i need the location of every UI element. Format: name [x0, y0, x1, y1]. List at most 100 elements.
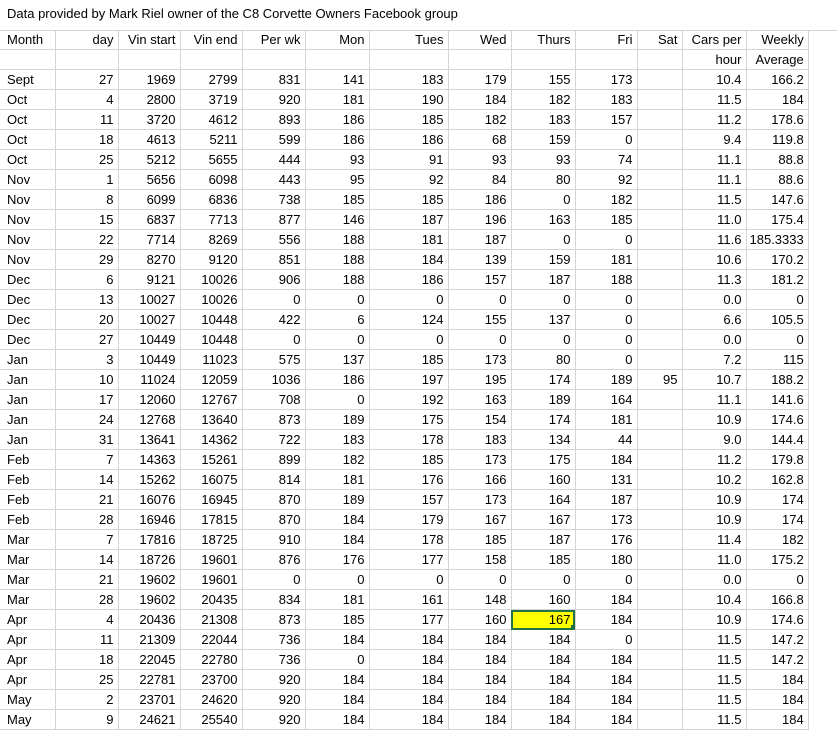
cell[interactable]: May	[0, 689, 56, 710]
cell[interactable]	[637, 129, 683, 150]
cell[interactable]: 184	[511, 649, 576, 670]
cell[interactable]: 31	[55, 429, 119, 450]
cell[interactable]	[637, 669, 683, 690]
cell[interactable]: Fri	[575, 30, 638, 50]
cell[interactable]: 12768	[118, 409, 181, 430]
cell[interactable]: 7	[55, 529, 119, 550]
cell[interactable]: 185	[305, 189, 370, 210]
cell[interactable]: Nov	[0, 189, 56, 210]
cell[interactable]: 19601	[180, 569, 243, 590]
cell[interactable]: 175	[511, 449, 576, 470]
cell[interactable]	[637, 309, 683, 330]
cell[interactable]: 141	[305, 69, 370, 90]
cell[interactable]: 877	[242, 209, 306, 230]
cell[interactable]: 179	[369, 509, 449, 530]
cell[interactable]: 24620	[180, 689, 243, 710]
cell[interactable]: 160	[511, 469, 576, 490]
cell[interactable]: 174	[746, 509, 809, 530]
cell[interactable]: 0	[242, 569, 306, 590]
cell[interactable]: 176	[305, 549, 370, 570]
cell[interactable]: 137	[511, 309, 576, 330]
cell[interactable]: Wed	[448, 30, 512, 50]
cell[interactable]: 181	[369, 229, 449, 250]
cell[interactable]: 1	[55, 169, 119, 190]
cell[interactable]: 181.2	[746, 269, 809, 290]
cell[interactable]: 11.3	[682, 269, 747, 290]
cell[interactable]: 14363	[118, 449, 181, 470]
cell[interactable]: 834	[242, 589, 306, 610]
cell[interactable]: 2800	[118, 89, 181, 110]
cell[interactable]: 181	[305, 469, 370, 490]
cell[interactable]: Mar	[0, 549, 56, 570]
cell[interactable]: 184	[511, 669, 576, 690]
cell[interactable]: 184	[448, 709, 512, 730]
cell[interactable]: 5212	[118, 149, 181, 170]
cell[interactable]: 159	[511, 129, 576, 150]
cell[interactable]	[637, 429, 683, 450]
cell[interactable]: 10.9	[682, 609, 747, 630]
cell[interactable]: hour	[682, 49, 747, 70]
cell[interactable]: 183	[575, 89, 638, 110]
cell[interactable]: 12060	[118, 389, 181, 410]
cell[interactable]: 6836	[180, 189, 243, 210]
cell[interactable]: 195	[448, 369, 512, 390]
cell[interactable]: 0	[575, 569, 638, 590]
cell[interactable]: 173	[448, 489, 512, 510]
cell[interactable]: 25	[55, 669, 119, 690]
cell[interactable]: 22044	[180, 629, 243, 650]
cell[interactable]: 10.4	[682, 69, 747, 90]
cell[interactable]: 184	[305, 509, 370, 530]
cell[interactable]: 181	[575, 409, 638, 430]
cell[interactable]: 164	[511, 489, 576, 510]
cell[interactable]: 167	[448, 509, 512, 530]
cell[interactable]: 92	[369, 169, 449, 190]
cell[interactable]	[637, 649, 683, 670]
cell[interactable]: 10026	[180, 289, 243, 310]
cell[interactable]: 0	[575, 229, 638, 250]
cell[interactable]: 183	[511, 109, 576, 130]
cell[interactable]: 162.8	[746, 469, 809, 490]
cell[interactable]: Apr	[0, 629, 56, 650]
cell[interactable]: 92	[575, 169, 638, 190]
cell[interactable]: 184	[369, 629, 449, 650]
cell[interactable]: 10026	[180, 269, 243, 290]
cell[interactable]: 10.4	[682, 589, 747, 610]
cell[interactable]: 93	[305, 149, 370, 170]
cell[interactable]: 4613	[118, 129, 181, 150]
cell[interactable]: 186	[305, 129, 370, 150]
cell[interactable]: 178	[369, 529, 449, 550]
cell[interactable]: Jan	[0, 369, 56, 390]
cell[interactable]: 187	[369, 209, 449, 230]
cell[interactable]: 19602	[118, 589, 181, 610]
cell[interactable]: Cars per	[682, 30, 747, 50]
cell[interactable]: 173	[575, 509, 638, 530]
cell[interactable]: 184	[369, 709, 449, 730]
cell[interactable]: 20435	[180, 589, 243, 610]
cell[interactable]	[637, 149, 683, 170]
cell[interactable]: 188	[575, 269, 638, 290]
cell[interactable]: 95	[637, 369, 683, 390]
cell[interactable]: 184	[575, 589, 638, 610]
cell[interactable]: 11.0	[682, 209, 747, 230]
cell[interactable]: 0.0	[682, 289, 747, 310]
cell[interactable]	[637, 269, 683, 290]
cell[interactable]: 160	[448, 609, 512, 630]
cell[interactable]: 188	[305, 269, 370, 290]
cell[interactable]: 7714	[118, 229, 181, 250]
cell[interactable]: 8270	[118, 249, 181, 270]
cell[interactable]: Oct	[0, 89, 56, 110]
cell[interactable]: Oct	[0, 129, 56, 150]
cell[interactable]: 24	[55, 409, 119, 430]
cell[interactable]: 187	[511, 529, 576, 550]
cell[interactable]: 74	[575, 149, 638, 170]
cell[interactable]: Jan	[0, 389, 56, 410]
cell[interactable]: 738	[242, 189, 306, 210]
cell[interactable]: Mon	[305, 30, 370, 50]
cell[interactable]: 11.5	[682, 649, 747, 670]
cell[interactable]: 5655	[180, 149, 243, 170]
cell[interactable]: 134	[511, 429, 576, 450]
cell[interactable]: 22	[55, 229, 119, 250]
cell[interactable]: 599	[242, 129, 306, 150]
cell[interactable]: 186	[305, 109, 370, 130]
cell[interactable]: 575	[242, 349, 306, 370]
